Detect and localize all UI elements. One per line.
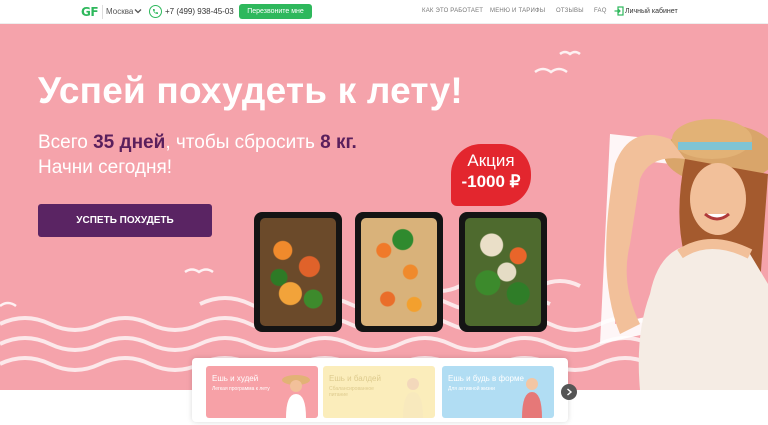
nav-faq[interactable]: FAQ <box>594 8 607 14</box>
promo-label: Акция <box>467 151 515 170</box>
promo-badge: Акция -1000 ₽ <box>451 144 531 206</box>
logo-divider <box>102 5 103 19</box>
nav-how-it-works[interactable]: КАК ЭТО РАБОТАЕТ <box>422 8 483 14</box>
subtitle-days: 35 дней <box>93 132 166 153</box>
subtitle-kg: 8 кг. <box>320 132 357 153</box>
program-card[interactable]: Ешь и балдей Сбалансированное питание <box>323 366 435 418</box>
card-figure <box>403 378 423 418</box>
login-icon[interactable] <box>614 6 624 16</box>
meal-image <box>465 218 541 326</box>
chevron-right-icon <box>567 388 573 396</box>
promo-discount: -1000 ₽ <box>461 172 521 191</box>
card-figure <box>282 375 310 418</box>
meal-box <box>355 212 443 332</box>
meal-box <box>459 212 547 332</box>
hero-banner: Успей похудеть к лету! Всего 35 дней, чт… <box>0 24 768 390</box>
card-figure <box>522 378 542 418</box>
login-link[interactable]: Личный кабинет <box>625 8 678 15</box>
card-title: Ешь и худей <box>212 374 259 383</box>
meal-image <box>361 218 437 326</box>
card-text: Сбалансированное питание <box>329 386 374 398</box>
carousel-next-button[interactable] <box>561 384 577 400</box>
city-selector[interactable]: Москва <box>106 7 133 16</box>
logo[interactable]: GF <box>81 5 99 19</box>
program-card[interactable]: Ешь и худей Легкая программа к лету <box>206 366 318 418</box>
subtitle-line2: Начни сегодня! <box>38 157 173 178</box>
nav-reviews[interactable]: ОТЗЫВЫ <box>556 8 584 14</box>
meal-image <box>260 218 336 326</box>
phone-icon <box>149 5 162 18</box>
callback-button[interactable]: Перезвоните мне <box>239 4 312 19</box>
meal-box <box>254 212 342 332</box>
nav-menu-tariffs[interactable]: МЕНЮ И ТАРИФЫ <box>490 8 545 14</box>
hero-title: Успей похудеть к лету! <box>38 70 463 111</box>
site-header: GF Москва +7 (499) 938-45-03 Перезвоните… <box>0 0 768 24</box>
card-title: Ешь и балдей <box>329 374 381 383</box>
card-text: Легкая программа к лету <box>212 386 270 392</box>
card-text: Для активной жизни <box>448 386 495 392</box>
card-title: Ешь и будь в форме <box>448 374 524 383</box>
subtitle-prefix: Всего <box>38 132 94 153</box>
cta-button[interactable]: Успеть похудеть <box>38 204 212 237</box>
phone-number[interactable]: +7 (499) 938-45-03 <box>165 7 234 16</box>
hero-subtitle: Всего 35 дней, чтобы сбросить 8 кг. Начн… <box>38 130 357 180</box>
chevron-down-icon[interactable] <box>133 6 143 16</box>
program-card[interactable]: Ешь и будь в форме Для активной жизни <box>442 366 554 418</box>
subtitle-middle: , чтобы сбросить <box>165 132 321 153</box>
program-cards: Ешь и худей Легкая программа к лету Ешь … <box>192 358 568 422</box>
woman-photo <box>606 119 768 390</box>
